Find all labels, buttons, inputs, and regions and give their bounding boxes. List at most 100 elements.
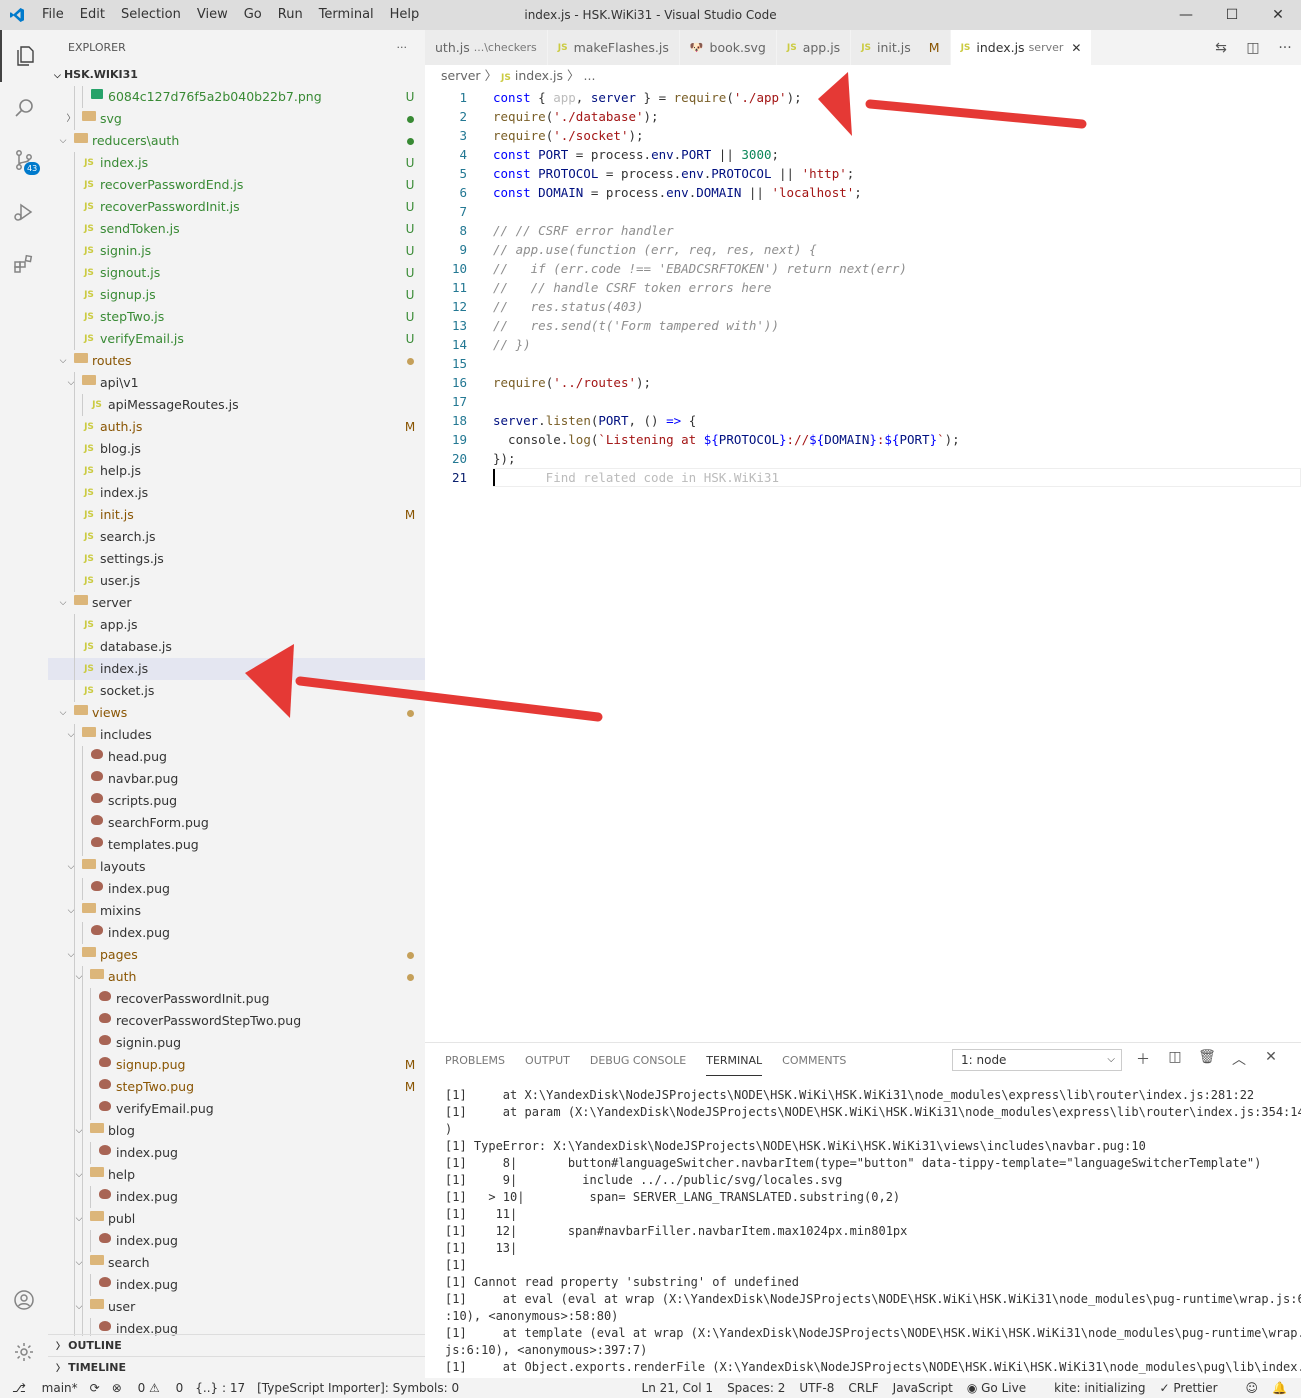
code-line[interactable]: console.log(`Listening at ${PROTOCOL}://…: [493, 430, 960, 449]
trash-icon[interactable]: 🗑: [1191, 1049, 1223, 1069]
maximize-panel-icon[interactable]: ︿: [1223, 1049, 1255, 1069]
code-line[interactable]: // res.send(t('Form tampered with')): [493, 316, 779, 335]
close-panel-icon[interactable]: ✕: [1255, 1049, 1287, 1069]
minimize-button[interactable]: —: [1163, 0, 1209, 30]
code-line[interactable]: // // CSRF error handler: [493, 221, 674, 240]
run-debug-icon[interactable]: [0, 186, 48, 238]
code-line[interactable]: Find related code in HSK.WiKi31: [493, 468, 779, 487]
search-icon[interactable]: [0, 82, 48, 134]
tree-file[interactable]: JS help.js: [48, 460, 425, 482]
tree-file[interactable]: scripts.pug: [48, 790, 425, 812]
tree-file[interactable]: templates.pug: [48, 834, 425, 856]
compare-icon[interactable]: ⇆: [1205, 40, 1237, 56]
menu-item-go[interactable]: Go: [236, 0, 270, 30]
menu-item-file[interactable]: File: [34, 0, 72, 30]
tree-file[interactable]: JS init.js M: [48, 504, 425, 526]
breadcrumb-file[interactable]: index.js: [515, 68, 563, 83]
tree-file[interactable]: JS verifyEmail.js U: [48, 328, 425, 350]
settings-gear-icon[interactable]: [0, 1326, 48, 1378]
tree-file[interactable]: JS index.js: [48, 482, 425, 504]
tree-file[interactable]: recoverPasswordInit.pug: [48, 988, 425, 1010]
code-editor[interactable]: 1 const { app, server } = require('./app'…: [425, 87, 1301, 1042]
tree-file[interactable]: head.pug: [48, 746, 425, 768]
explorer-icon[interactable]: [0, 30, 48, 82]
workspace-root[interactable]: ⌵ HSK.WIKI31: [48, 64, 425, 86]
tree-file[interactable]: navbar.pug: [48, 768, 425, 790]
tree-folder[interactable]: ⌵ blog: [48, 1120, 425, 1142]
breadcrumb-symbol[interactable]: ...: [584, 68, 596, 83]
account-icon[interactable]: [0, 1274, 48, 1326]
tree-folder[interactable]: ⌵ pages: [48, 944, 425, 966]
tree-file[interactable]: 6084c127d76f5a2b040b22b7.png U: [48, 86, 425, 108]
tree-file[interactable]: JS apiMessageRoutes.js: [48, 394, 425, 416]
tree-file[interactable]: index.pug: [48, 1230, 425, 1252]
tree-folder[interactable]: ⌵ layouts: [48, 856, 425, 878]
tree-file[interactable]: JS recoverPasswordInit.js U: [48, 196, 425, 218]
sync-icon[interactable]: ⟳: [90, 1381, 100, 1395]
tree-file[interactable]: JS blog.js: [48, 438, 425, 460]
tree-file[interactable]: JS auth.js M: [48, 416, 425, 438]
tree-file[interactable]: JS database.js: [48, 636, 425, 658]
tree-folder[interactable]: ⌵ auth: [48, 966, 425, 988]
tree-folder[interactable]: 〉 svg: [48, 108, 425, 130]
cursor-position[interactable]: Ln 21, Col 1: [642, 1381, 714, 1395]
code-line[interactable]: require('./database');: [493, 107, 659, 126]
code-line[interactable]: server.listen(PORT, () => {: [493, 411, 696, 430]
tree-file[interactable]: JS stepTwo.js U: [48, 306, 425, 328]
tree-folder[interactable]: ⌵ search: [48, 1252, 425, 1274]
source-control-icon[interactable]: 43: [0, 134, 48, 186]
code-line[interactable]: require('../routes');: [493, 373, 651, 392]
tree-file[interactable]: stepTwo.pug M: [48, 1076, 425, 1098]
tree-folder[interactable]: ⌵ mixins: [48, 900, 425, 922]
tab-makeflashes-js[interactable]: JS makeFlashes.js: [547, 30, 680, 65]
kite-status[interactable]: kite: initializing: [1054, 1381, 1145, 1395]
braces-status[interactable]: {..} : 17: [195, 1381, 245, 1395]
terminal-output[interactable]: [1] at X:\YandexDisk\NodeJSProjects\NODE…: [445, 1087, 1301, 1376]
tree-file[interactable]: signin.pug: [48, 1032, 425, 1054]
editor-more-icon[interactable]: ···: [1269, 40, 1301, 56]
code-line[interactable]: const DOMAIN = process.env.DOMAIN || 'lo…: [493, 183, 862, 202]
terminal-select[interactable]: 1: node ⌵: [952, 1049, 1122, 1071]
code-line[interactable]: // res.status(403): [493, 297, 644, 316]
new-terminal-icon[interactable]: ＋: [1127, 1049, 1159, 1069]
menu-item-selection[interactable]: Selection: [113, 0, 189, 30]
tree-file[interactable]: index.pug: [48, 1274, 425, 1296]
tree-folder[interactable]: ⌵ user: [48, 1296, 425, 1318]
prettier-status[interactable]: ✓ Prettier: [1160, 1381, 1232, 1395]
importer-status[interactable]: [TypeScript Importer]: Symbols: 0: [257, 1381, 459, 1395]
code-line[interactable]: // if (err.code !== 'EBADCSRFTOKEN') ret…: [493, 259, 907, 278]
tree-folder[interactable]: ⌵ server: [48, 592, 425, 614]
code-line[interactable]: });: [493, 449, 516, 468]
panel-tab-output[interactable]: OUTPUT: [525, 1046, 570, 1075]
tree-file[interactable]: searchForm.pug: [48, 812, 425, 834]
code-line[interactable]: const { app, server } = require('./app')…: [493, 88, 802, 107]
split-editor-icon[interactable]: ◫: [1237, 40, 1269, 56]
tab-app-js[interactable]: JS app.js: [776, 30, 852, 65]
menu-item-terminal[interactable]: Terminal: [311, 0, 382, 30]
tab-book-svg[interactable]: 🐶 book.svg: [679, 30, 777, 65]
go-live-button[interactable]: ◉ Go Live: [967, 1381, 1040, 1395]
tree-file[interactable]: JS sendToken.js U: [48, 218, 425, 240]
menu-item-help[interactable]: Help: [382, 0, 428, 30]
panel-tab-comments[interactable]: COMMENTS: [782, 1046, 846, 1075]
code-line[interactable]: // app.use(function (err, req, res, next…: [493, 240, 817, 259]
close-window-button[interactable]: ✕: [1255, 0, 1301, 30]
panel-tab-terminal[interactable]: TERMINAL: [706, 1046, 763, 1076]
tree-folder[interactable]: ⌵ help: [48, 1164, 425, 1186]
tab-index-js[interactable]: JS index.js server ✕: [950, 30, 1093, 65]
tree-folder[interactable]: ⌵ includes: [48, 724, 425, 746]
tree-file[interactable]: JS signup.js U: [48, 284, 425, 306]
tree-file[interactable]: JS signout.js U: [48, 262, 425, 284]
tree-file[interactable]: signup.pug M: [48, 1054, 425, 1076]
code-line[interactable]: const PORT = process.env.PORT || 3000;: [493, 145, 779, 164]
menu-item-edit[interactable]: Edit: [72, 0, 113, 30]
panel-tab-problems[interactable]: PROBLEMS: [445, 1046, 505, 1075]
tree-file[interactable]: index.pug: [48, 922, 425, 944]
tree-folder[interactable]: ⌵ reducers\auth: [48, 130, 425, 152]
code-line[interactable]: const PROTOCOL = process.env.PROTOCOL ||…: [493, 164, 854, 183]
tree-file[interactable]: index.pug: [48, 878, 425, 900]
maximize-button[interactable]: ☐: [1209, 0, 1255, 30]
tree-file[interactable]: JS search.js: [48, 526, 425, 548]
tree-file[interactable]: JS index.js U: [48, 152, 425, 174]
feedback-icon[interactable]: ☺: [1246, 1381, 1259, 1395]
